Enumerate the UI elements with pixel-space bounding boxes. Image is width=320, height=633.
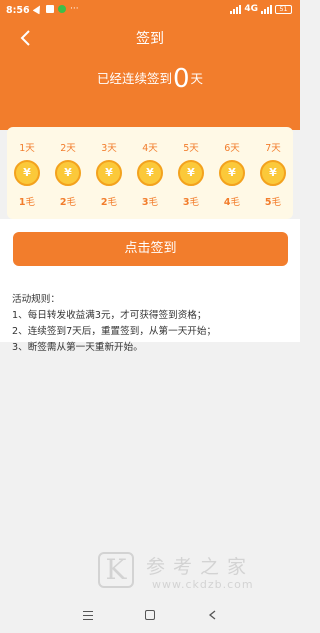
reward-amount: 1 bbox=[18, 197, 26, 208]
streak-summary: 已经连续签到0天 bbox=[0, 64, 300, 94]
page-title: 签到 bbox=[136, 31, 164, 47]
rule-item: 1、每日转发收益满3元，才可获得签到资格； bbox=[12, 310, 207, 321]
rule-item: 2、连续签到7天后，重置签到，从第一天开始； bbox=[12, 326, 217, 337]
reward-unit: 毛 bbox=[66, 197, 77, 208]
reward-label: 4毛 bbox=[212, 194, 252, 208]
rule-item: 3、断签需从第一天重新开始。 bbox=[12, 342, 143, 353]
battery-icon: 51 bbox=[275, 4, 292, 14]
day-item: 1天 ¥ 1毛 bbox=[7, 127, 47, 219]
reward-unit: 毛 bbox=[271, 197, 282, 208]
reward-unit: 毛 bbox=[189, 197, 200, 208]
reward-label: 2毛 bbox=[89, 194, 129, 208]
watermark-url: www.ckdzb.com bbox=[152, 578, 254, 591]
coin-icon: ¥ bbox=[260, 160, 286, 186]
home-icon[interactable] bbox=[145, 610, 155, 620]
day-label: 6天 bbox=[224, 143, 240, 154]
status-time: 8:56 bbox=[6, 5, 30, 16]
day-label: 2天 bbox=[60, 143, 76, 154]
signin-button[interactable]: 点击签到 bbox=[13, 232, 288, 266]
day-item: 6天 ¥ 4毛 bbox=[212, 127, 252, 219]
network-type: 4G bbox=[244, 4, 258, 14]
watermark: K 参考之家 www.ckdzb.com bbox=[98, 552, 298, 596]
status-bar: 8:56 ··· 4G 51 bbox=[0, 0, 300, 22]
status-right-icons: 4G 51 bbox=[230, 4, 292, 14]
message-icon bbox=[46, 5, 54, 13]
streak-prefix: 已经连续签到 bbox=[96, 71, 172, 86]
reward-amount: 4 bbox=[223, 197, 231, 208]
reward-label: 5毛 bbox=[253, 194, 293, 208]
day-label: 7天 bbox=[265, 143, 281, 154]
checkin-calendar: 1天 ¥ 1毛 2天 ¥ 2毛 3天 ¥ 2毛 4天 ¥ 3毛 5天 ¥ 3毛 … bbox=[7, 127, 293, 219]
coin-icon: ¥ bbox=[55, 160, 81, 186]
day-label: 1天 bbox=[19, 143, 35, 154]
coin-icon: ¥ bbox=[14, 160, 40, 186]
day-item: 2天 ¥ 2毛 bbox=[48, 127, 88, 219]
activity-rules: 活动规则： 1、每日转发收益满3元，才可获得签到资格； 2、连续签到7天后，重置… bbox=[12, 292, 292, 356]
back-triangle-icon[interactable] bbox=[208, 610, 218, 620]
day-item: 7天 ¥ 5毛 bbox=[253, 127, 293, 219]
reward-amount: 3 bbox=[141, 197, 149, 208]
signal-icon bbox=[230, 4, 242, 14]
navigation-arrow-icon bbox=[32, 3, 44, 15]
status-notification-icons: ··· bbox=[32, 3, 79, 15]
header: 签到 已经连续签到0天 bbox=[0, 22, 300, 130]
reward-label: 3毛 bbox=[130, 194, 170, 208]
day-item: 5天 ¥ 3毛 bbox=[171, 127, 211, 219]
coin-icon: ¥ bbox=[219, 160, 245, 186]
menu-icon[interactable] bbox=[83, 611, 93, 620]
reward-label: 1毛 bbox=[7, 194, 47, 208]
reward-amount: 3 bbox=[182, 197, 190, 208]
reward-label: 2毛 bbox=[48, 194, 88, 208]
day-item: 4天 ¥ 3毛 bbox=[130, 127, 170, 219]
reward-amount: 2 bbox=[100, 197, 108, 208]
reward-unit: 毛 bbox=[148, 197, 159, 208]
day-label: 3天 bbox=[101, 143, 117, 154]
rules-title: 活动规则： bbox=[12, 294, 60, 305]
reward-amount: 5 bbox=[264, 197, 272, 208]
coin-icon: ¥ bbox=[96, 160, 122, 186]
reward-unit: 毛 bbox=[230, 197, 241, 208]
coin-icon: ¥ bbox=[137, 160, 163, 186]
reward-unit: 毛 bbox=[25, 197, 36, 208]
day-label: 4天 bbox=[142, 143, 158, 154]
app-notification-icon bbox=[58, 5, 66, 13]
system-nav-bar bbox=[0, 600, 300, 633]
reward-amount: 2 bbox=[59, 197, 67, 208]
reward-label: 3毛 bbox=[171, 194, 211, 208]
signal-secondary-icon bbox=[261, 4, 272, 14]
streak-days-count: 0 bbox=[172, 64, 190, 94]
coin-icon: ¥ bbox=[178, 160, 204, 186]
watermark-text: 参考之家 bbox=[146, 556, 255, 578]
watermark-logo: K bbox=[98, 552, 134, 588]
day-label: 5天 bbox=[183, 143, 199, 154]
streak-suffix: 天 bbox=[190, 71, 204, 86]
day-item: 3天 ¥ 2毛 bbox=[89, 127, 129, 219]
more-notifications-icon: ··· bbox=[70, 4, 79, 14]
reward-unit: 毛 bbox=[107, 197, 118, 208]
